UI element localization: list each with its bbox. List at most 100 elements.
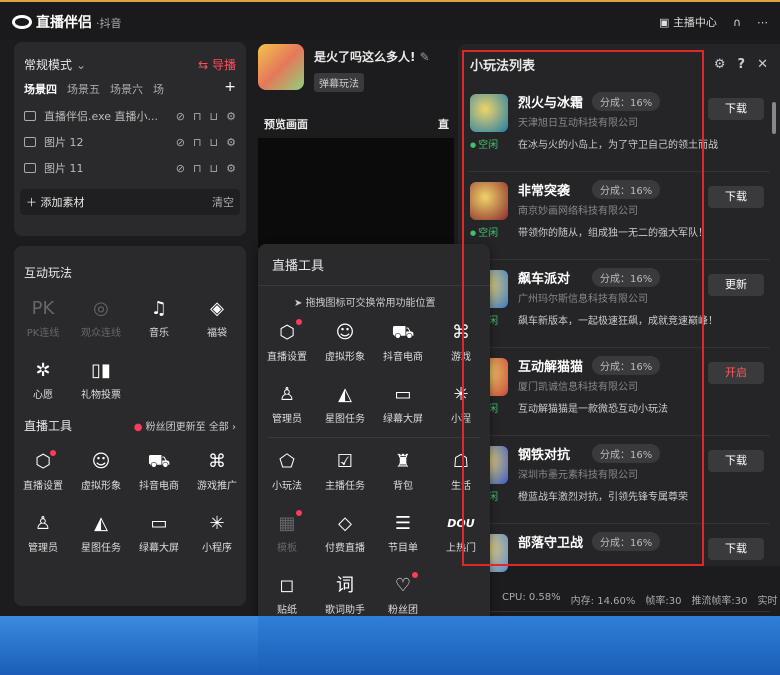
game-action-button[interactable]: 开启 xyxy=(708,362,764,384)
music-icon: ♫ xyxy=(150,297,168,319)
tool-label: 星图任务 xyxy=(325,413,365,425)
close-icon[interactable]: ✕ xyxy=(757,57,768,72)
notice-text: 粉丝团更新至 xyxy=(145,422,206,433)
settings-icon[interactable]: ⚙ xyxy=(714,57,726,72)
game-action-button[interactable]: 更新 xyxy=(708,274,764,296)
mini-game-item[interactable]: 非常突袭 分成：16% 南京妙画网络科技有限公司空闲 带领你的随从，组成独一无二的强大… xyxy=(468,172,770,260)
trash-icon[interactable]: ⊔ xyxy=(210,136,219,149)
mini-game-item[interactable]: 钢铁对抗分成：16%深圳市墨元素科技有限公司空闲橙蓝战车激烈对抗，引领先锋专属尊… xyxy=(468,436,770,524)
lock-icon[interactable]: ⊓ xyxy=(193,162,202,175)
game-action-button[interactable]: 下载 xyxy=(708,538,764,560)
gear-icon[interactable]: ⚙ xyxy=(226,136,236,149)
ecommerce-button[interactable]: ⛟ 抖音电商 xyxy=(130,440,188,502)
popup-tool-button[interactable]: ⬠ 小玩法 xyxy=(258,440,316,502)
tool-label: 直播设置 xyxy=(23,480,63,492)
tool-label: 上热门 xyxy=(446,542,476,554)
gear-icon[interactable]: ⚙ xyxy=(226,110,236,123)
eye-off-icon[interactable]: ⊘ xyxy=(176,162,185,175)
popup-tool-button[interactable]: ▭ 绿幕大屏 xyxy=(374,373,432,435)
mode-select[interactable]: 常规模式 xyxy=(24,56,72,73)
more-icon[interactable]: ⋯ xyxy=(757,16,768,29)
popup-tool-button[interactable]: ♜ 背包 xyxy=(374,440,432,502)
clear-button[interactable]: 清空 xyxy=(212,194,234,210)
popup-tool-button[interactable]: ▦ 模板 xyxy=(258,502,316,564)
gift-vote-button[interactable]: ▯▮ 礼物投票 xyxy=(72,349,130,411)
mini-game-item[interactable]: 部落守卫战 分成：16% 下载 xyxy=(468,524,770,612)
tool-icon: ▭ xyxy=(394,383,412,405)
eye-off-icon[interactable]: ⊘ xyxy=(176,110,185,123)
popup-tool-button[interactable]: ◇ 付费直播 xyxy=(316,502,374,564)
popup-tool-button[interactable]: ◭ 星图任务 xyxy=(316,373,374,435)
tab-scene-5[interactable]: 场景五 xyxy=(67,81,100,97)
source-item[interactable]: 直播伴侣.exe 直播小... ⊘ ⊓ ⊔ ⚙ xyxy=(14,103,246,129)
lock-icon[interactable]: ⊓ xyxy=(193,110,202,123)
live-settings-button[interactable]: ⬡ 直播设置 xyxy=(14,440,72,502)
title-bar: 直播伴侣 ·抖音 ▣ 主播中心 ∩ ⋯ xyxy=(0,0,780,40)
badge-dot xyxy=(296,510,302,516)
avatar-button[interactable]: ☺ 虚拟形象 xyxy=(72,440,130,502)
popup-tool-button[interactable]: ⌘ 游戏 xyxy=(432,311,490,373)
guide-button[interactable]: ⇆ 导播 xyxy=(198,56,236,73)
mini-game-list: 烈火与冰霜分成：16% 天津旭日互动科技有限公司空闲 在冰与火的小岛上，为了守卫自己… xyxy=(458,84,780,612)
mini-game-title: 小玩法列表 xyxy=(470,58,536,74)
tab-scene-6[interactable]: 场景六 xyxy=(110,81,143,97)
game-action-button[interactable]: 下载 xyxy=(708,450,764,472)
popup-tool-button[interactable]: ☰ 节目单 xyxy=(374,502,432,564)
trash-icon[interactable]: ⊔ xyxy=(210,162,219,175)
eye-off-icon[interactable]: ⊘ xyxy=(176,136,185,149)
lock-icon[interactable]: ⊓ xyxy=(193,136,202,149)
all-link[interactable]: 全部 xyxy=(209,422,229,433)
mini-game-item[interactable]: 互动解猫猫分成：16%厦门凯诚信息科技有限公司空闲互动解猫猫是一款微恐互动小玩法… xyxy=(468,348,770,436)
game-icon xyxy=(470,94,508,132)
help-icon[interactable]: ? xyxy=(738,57,746,72)
lucky-bag-button[interactable]: ◈ 福袋 xyxy=(188,287,246,349)
tool-label: 礼物投票 xyxy=(81,389,121,401)
stream-tag[interactable]: 弹幕玩法 xyxy=(314,73,364,92)
source-item[interactable]: 图片 12 ⊘ ⊓ ⊔ ⚙ xyxy=(14,129,246,155)
game-promo-button[interactable]: ⌘ 游戏推广 xyxy=(188,440,246,502)
trash-icon[interactable]: ⊔ xyxy=(210,110,219,123)
gear-icon[interactable]: ⚙ xyxy=(226,162,236,175)
scrollbar[interactable] xyxy=(772,102,776,134)
popup-tool-button[interactable]: ☑ 主播任务 xyxy=(316,440,374,502)
popup-tool-button[interactable]: ☺ 虚拟形象 xyxy=(316,311,374,373)
mini-game-item[interactable]: 烈火与冰霜分成：16% 天津旭日互动科技有限公司空闲 在冰与火的小岛上，为了守卫自己… xyxy=(468,84,770,172)
admin-button[interactable]: ♙ 管理员 xyxy=(14,502,72,564)
mini-game-item[interactable]: 飙车派对分成：16%广州玛尔斯信息科技有限公司空闲飙车新版本，一起极速狂飙，成就… xyxy=(468,260,770,348)
fan-club-notice[interactable]: ● 粉丝团更新至 全部 › xyxy=(134,418,236,433)
wish-button[interactable]: ✲ 心愿 xyxy=(14,349,72,411)
anchor-center-button[interactable]: ▣ 主播中心 xyxy=(659,14,717,30)
popup-row: ⬠ 小玩法 ☑ 主播任务 ♜ 背包 ☖ 生活 xyxy=(258,440,490,502)
add-source-button[interactable]: ＋ 添加素材 xyxy=(26,194,85,210)
revenue-share-badge: 分成：16% xyxy=(592,444,661,463)
popup-tool-button[interactable]: ☖ 生活 xyxy=(432,440,490,502)
game-action-button[interactable]: 下载 xyxy=(708,186,764,208)
tab-scene-4[interactable]: 场景四 xyxy=(24,81,57,97)
pk-button[interactable]: PK PK连线 xyxy=(14,287,72,349)
music-button[interactable]: ♫ 音乐 xyxy=(130,287,188,349)
popup-tool-button[interactable]: ⬡ 直播设置 xyxy=(258,311,316,373)
green-screen-button[interactable]: ▭ 绿幕大屏 xyxy=(130,502,188,564)
add-scene-icon[interactable]: + xyxy=(224,80,236,97)
popup-tool-button[interactable]: DOU 上热门 xyxy=(432,502,490,564)
tab-scene-7[interactable]: 场 xyxy=(153,81,164,97)
game-action-button[interactable]: 下载 xyxy=(708,98,764,120)
audience-link-button[interactable]: ◎ 观众连线 xyxy=(72,287,130,349)
preview-canvas[interactable] xyxy=(258,138,454,248)
tool-icon: ◻ xyxy=(279,574,295,596)
mini-program-button[interactable]: ✳ 小程序 xyxy=(188,502,246,564)
source-item[interactable]: 图片 11 ⊘ ⊓ ⊔ ⚙ xyxy=(14,155,246,181)
popup-tool-button[interactable]: ⛟ 抖音电商 xyxy=(374,311,432,373)
popup-row: ♙ 管理员 ◭ 星图任务 ▭ 绿幕大屏 ✳ 小程 xyxy=(258,373,490,435)
game-company: 厦门凯诚信息科技有限公司 xyxy=(518,382,638,393)
headset-icon[interactable]: ∩ xyxy=(733,16,741,29)
chevron-down-icon[interactable]: ⌄ xyxy=(76,58,86,72)
star-task-button[interactable]: ◭ 星图任务 xyxy=(72,502,130,564)
edit-icon[interactable]: ✎ xyxy=(420,50,430,64)
stream-cover-image[interactable] xyxy=(258,44,304,90)
popup-tool-button[interactable]: ♙ 管理员 xyxy=(258,373,316,435)
scene-tabs: 场景四 场景五 场景六 场 + xyxy=(14,79,246,103)
popup-tool-button[interactable]: ✳ 小程 xyxy=(432,373,490,435)
source-label: 图片 11 xyxy=(44,162,84,175)
idle-status: 空闲 xyxy=(470,224,498,239)
